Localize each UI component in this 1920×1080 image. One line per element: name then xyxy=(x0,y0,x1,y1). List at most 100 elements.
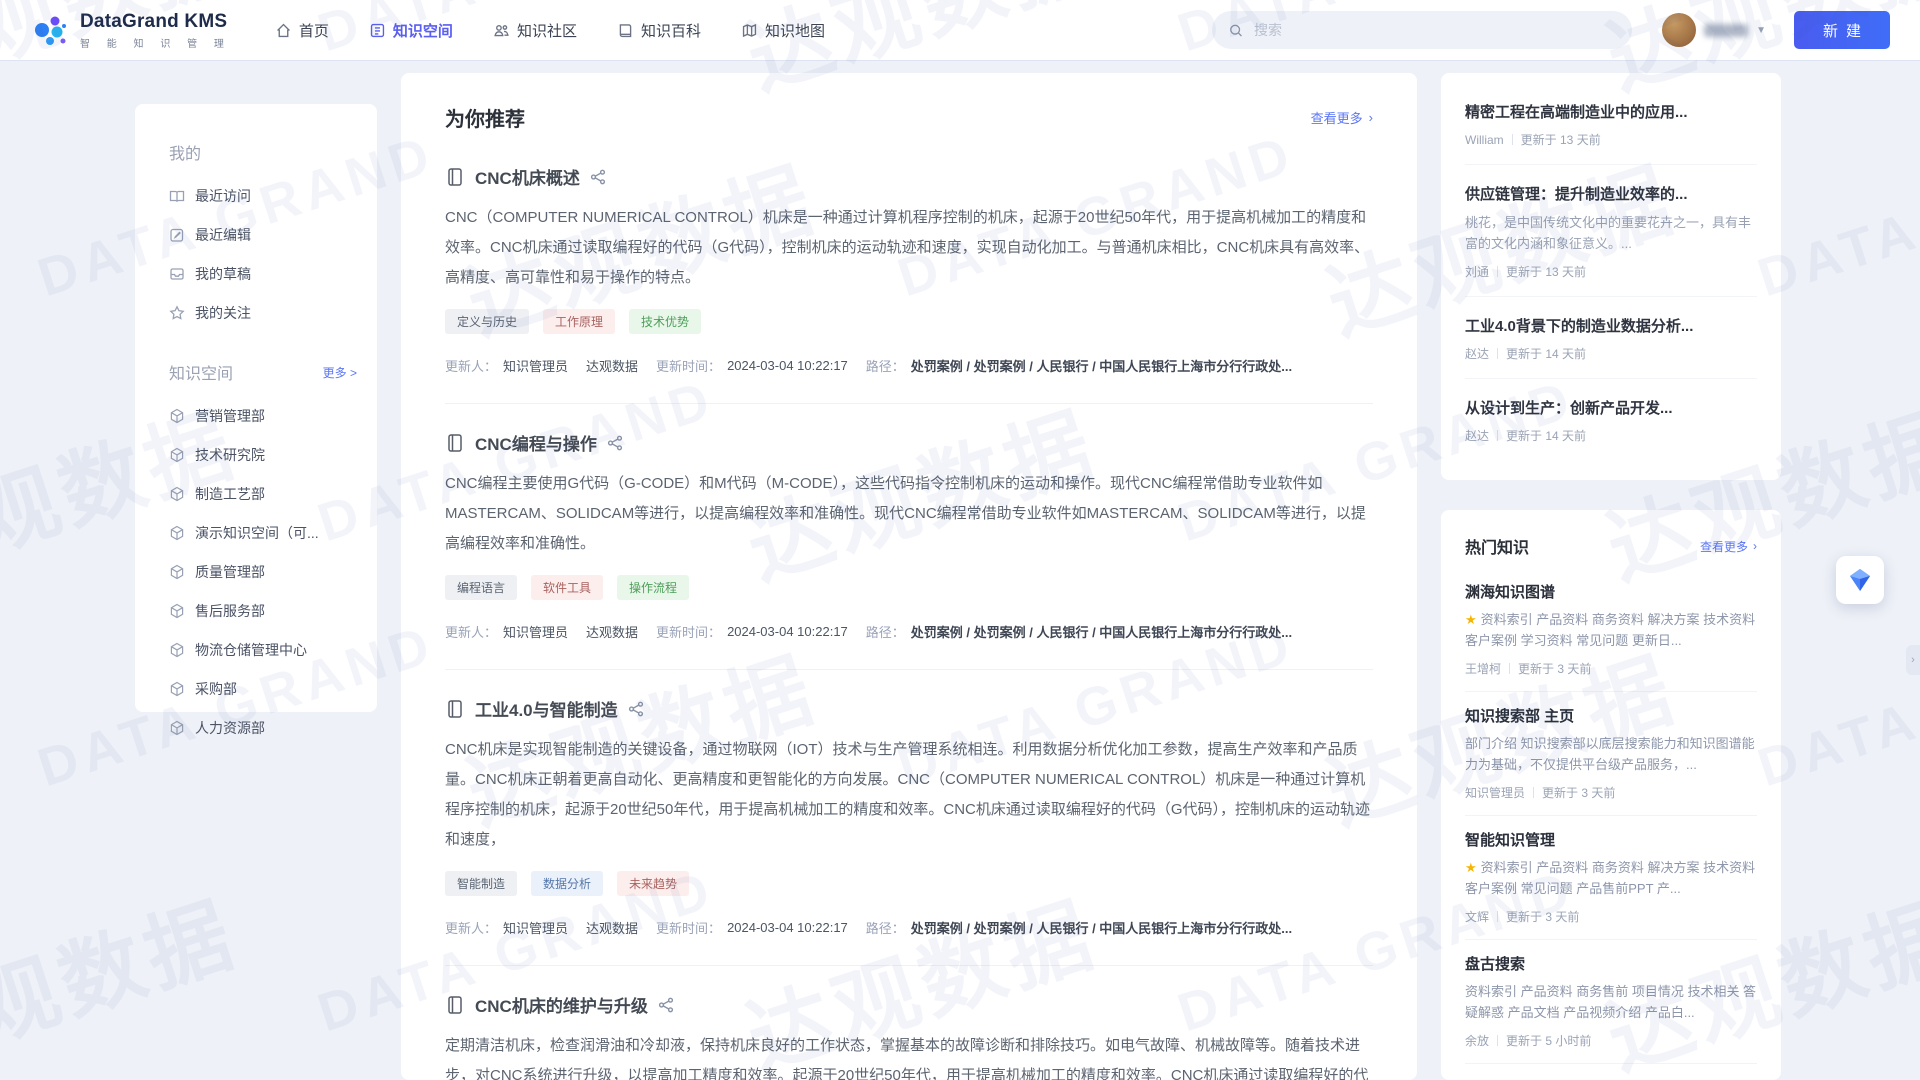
author: 赵达 xyxy=(1465,427,1489,444)
breadcrumb[interactable]: 处罚案例 / 处罚案例 / 人民银行 / 中国人民银行上海市分行行政处... xyxy=(911,918,1292,937)
brand-tagline: 智 能 知 识 管 理 xyxy=(80,35,231,50)
aside-article-title[interactable]: 从设计到生产：创新产品开发... xyxy=(1465,397,1757,418)
home-icon xyxy=(275,22,292,39)
share-icon[interactable] xyxy=(607,435,623,451)
space-label: 质量管理部 xyxy=(195,562,265,582)
avatar[interactable] xyxy=(1662,13,1696,47)
hot-item-desc: 资料索引 产品资料 商务售前 项目情况 技术相关 答疑解惑 产品文档 产品视频介… xyxy=(1465,984,1756,1020)
hot-view-more-link[interactable]: 查看更多› xyxy=(1700,538,1757,555)
cube-icon xyxy=(169,525,185,541)
hot-item-title[interactable]: 知识搜索部 主页 xyxy=(1465,705,1757,726)
chevron-down-icon: ▼ xyxy=(1756,25,1766,36)
search-input[interactable] xyxy=(1254,22,1616,38)
spaces-more-link[interactable]: 更多 > xyxy=(323,364,357,381)
chevron-right-icon: › xyxy=(1369,110,1373,125)
article-tag[interactable]: 软件工具 xyxy=(531,575,603,600)
article-tag[interactable]: 技术优势 xyxy=(629,309,701,334)
share-icon[interactable] xyxy=(590,169,606,185)
left-sidebar: 我的 最近访问 最近编辑 我的草稿 我的关注 知识空 xyxy=(135,104,377,712)
sidebar-space-item[interactable]: 演示知识空间（可... xyxy=(135,513,377,552)
edge-expand-handle[interactable]: › xyxy=(1906,645,1920,675)
updated-time: 更新于 5 小时前 xyxy=(1506,1032,1591,1049)
aside-article[interactable]: 工业4.0背景下的制造业数据分析... 赵达更新于 14 天前 xyxy=(1465,311,1757,379)
aside-article-title[interactable]: 工业4.0背景下的制造业数据分析... xyxy=(1465,315,1757,336)
view-more-link[interactable]: 查看更多› xyxy=(1311,108,1373,127)
sidebar-space-item[interactable]: 营销管理部 xyxy=(135,396,377,435)
sidebar-item-my-drafts[interactable]: 我的草稿 xyxy=(135,254,377,293)
meta-updater: 知识管理员 xyxy=(503,622,568,641)
meta-label: 更新时间： xyxy=(656,622,721,641)
article-meta: 更新人：知识管理员 达观数据 更新时间：2024-03-04 10:22:17 … xyxy=(445,622,1373,641)
article-tag[interactable]: 定义与历史 xyxy=(445,309,529,334)
aside-article-title[interactable]: 供应链管理：提升制造业效率的... xyxy=(1465,183,1757,204)
aside-article[interactable]: 精密工程在高端制造业中的应用... William更新于 13 天前 xyxy=(1465,97,1757,165)
breadcrumb[interactable]: 处罚案例 / 处罚案例 / 人民银行 / 中国人民银行上海市分行行政处... xyxy=(911,622,1292,641)
nav-community[interactable]: 知识社区 xyxy=(493,0,577,60)
hot-item[interactable]: 2024.03.22 代申 王军军 本周完成工作 知识图谱 【bug】排查并解决… xyxy=(1465,1064,1757,1080)
aside-article[interactable]: 供应链管理：提升制造业效率的... 桃花，是中国传统文化中的重要花卉之一，具有丰… xyxy=(1465,179,1757,297)
user-menu[interactable]: ▼ xyxy=(1662,13,1766,47)
brand-logo[interactable]: DataGrand KMS 智 能 知 识 管 理 xyxy=(30,10,231,50)
hot-item-desc: 部门介绍 知识搜索部以底层搜索能力和知识图谱能力为基础，不仅提供平台级产品服务，… xyxy=(1465,736,1755,772)
sidebar-item-label: 最近访问 xyxy=(195,186,251,206)
sidebar-item-my-follows[interactable]: 我的关注 xyxy=(135,293,377,332)
nav-knowledge-space[interactable]: 知识空间 xyxy=(369,0,453,60)
hot-item-title[interactable]: 渊海知识图谱 xyxy=(1465,581,1757,602)
new-button[interactable]: 新建 xyxy=(1794,11,1890,49)
hot-item[interactable]: 盘古搜索 资料索引 产品资料 商务售前 项目情况 技术相关 答疑解惑 产品文档 … xyxy=(1465,940,1757,1064)
article-tag[interactable]: 编程语言 xyxy=(445,575,517,600)
sidebar-space-item[interactable]: 技术研究院 xyxy=(135,435,377,474)
search-bar xyxy=(1212,11,1632,49)
sidebar-item-recent-edits[interactable]: 最近编辑 xyxy=(135,215,377,254)
sidebar-item-recent-visits[interactable]: 最近访问 xyxy=(135,176,377,215)
meta-time: 2024-03-04 10:22:17 xyxy=(727,920,848,935)
sidebar-space-item[interactable]: 质量管理部 xyxy=(135,552,377,591)
article-title[interactable]: CNC机床的维护与升级 xyxy=(475,992,648,1017)
star-icon: ★ xyxy=(1465,860,1477,875)
breadcrumb[interactable]: 处罚案例 / 处罚案例 / 人民银行 / 中国人民银行上海市分行行政处... xyxy=(911,356,1292,375)
main-nav: 首页 知识空间 知识社区 知识百科 知识地图 xyxy=(275,0,825,60)
share-icon[interactable] xyxy=(628,701,644,717)
meta-label: 更新时间： xyxy=(656,356,721,375)
article-tag[interactable]: 未来趋势 xyxy=(617,871,689,896)
article-tag[interactable]: 操作流程 xyxy=(617,575,689,600)
sidebar-space-item[interactable]: 人力资源部 xyxy=(135,708,377,747)
author: 文辉 xyxy=(1465,908,1489,925)
sidebar-space-item[interactable]: 采购部 xyxy=(135,669,377,708)
space-label: 人力资源部 xyxy=(195,718,265,738)
sidebar-item-label: 我的草稿 xyxy=(195,264,251,284)
meta-label: 路径： xyxy=(866,356,905,375)
meta-org: 达观数据 xyxy=(586,622,638,641)
aside-article[interactable]: 从设计到生产：创新产品开发... 赵达更新于 14 天前 xyxy=(1465,393,1757,460)
article-tag[interactable]: 数据分析 xyxy=(531,871,603,896)
spaces-section-title: 知识空间 xyxy=(169,360,233,384)
sidebar-space-item[interactable]: 售后服务部 xyxy=(135,591,377,630)
updated-time: 更新于 14 天前 xyxy=(1506,427,1586,444)
article-title[interactable]: 工业4.0与智能制造 xyxy=(475,696,618,721)
hot-item-title[interactable]: 智能知识管理 xyxy=(1465,829,1757,850)
hot-item[interactable]: 智能知识管理 ★资料索引 产品资料 商务资料 解决方案 技术资料 客户案例 常见… xyxy=(1465,816,1757,940)
updated-time: 更新于 3 天前 xyxy=(1518,660,1591,677)
updated-time: 更新于 3 天前 xyxy=(1506,908,1579,925)
article-tag[interactable]: 工作原理 xyxy=(543,309,615,334)
meta-updater: 知识管理员 xyxy=(503,356,568,375)
aside-article-title[interactable]: 精密工程在高端制造业中的应用... xyxy=(1465,101,1757,122)
inbox-icon xyxy=(169,266,185,282)
hot-item[interactable]: 知识搜索部 主页 部门介绍 知识搜索部以底层搜索能力和知识图谱能力为基础，不仅提… xyxy=(1465,692,1757,816)
article-title[interactable]: CNC机床概述 xyxy=(475,164,580,189)
nav-map[interactable]: 知识地图 xyxy=(741,0,825,60)
sidebar-space-item[interactable]: 物流仓储管理中心 xyxy=(135,630,377,669)
meta-org: 达观数据 xyxy=(586,356,638,375)
share-icon[interactable] xyxy=(658,997,674,1013)
space-label: 营销管理部 xyxy=(195,406,265,426)
nav-home[interactable]: 首页 xyxy=(275,0,329,60)
hot-item-desc: 资料索引 产品资料 商务资料 解决方案 技术资料 客户案例 学习资料 常见问题 … xyxy=(1465,612,1755,648)
article-tag[interactable]: 智能制造 xyxy=(445,871,517,896)
hot-item[interactable]: 渊海知识图谱 ★资料索引 产品资料 商务资料 解决方案 技术资料 客户案例 学习… xyxy=(1465,568,1757,692)
sidebar-space-item[interactable]: 制造工艺部 xyxy=(135,474,377,513)
article-title[interactable]: CNC编程与操作 xyxy=(475,430,597,455)
author: William xyxy=(1465,133,1504,147)
hot-item-title[interactable]: 盘古搜索 xyxy=(1465,953,1757,974)
nav-wiki[interactable]: 知识百科 xyxy=(617,0,701,60)
assistant-widget-button[interactable] xyxy=(1836,556,1884,604)
